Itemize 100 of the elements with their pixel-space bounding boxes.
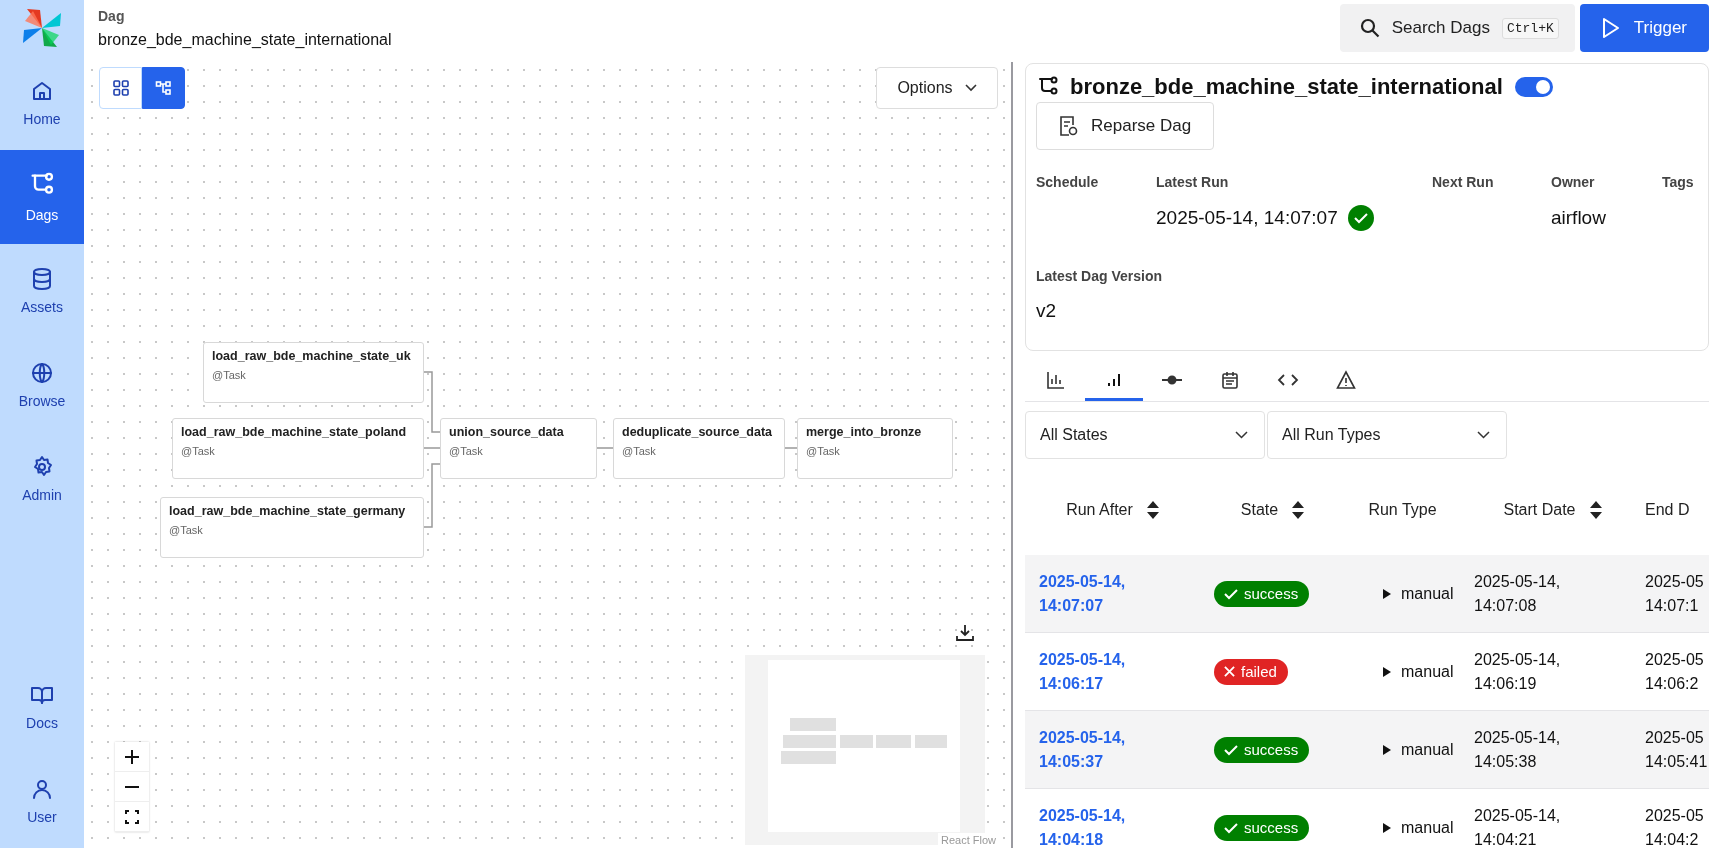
graph-icon [154,79,173,97]
run-type: manual [1401,739,1454,760]
dag-heading: bronze_bde_machine_state_international [1070,74,1503,100]
column-header[interactable]: Run After [1066,501,1159,519]
column-header[interactable]: Start Date [1503,501,1602,519]
play-icon [1383,666,1391,677]
sidebar-item[interactable]: User [0,754,84,848]
task-type-label: @Task [806,445,841,457]
sidebar-item[interactable]: Docs [0,660,84,754]
status-label: success [1244,739,1299,760]
chevron-down-icon [1235,431,1248,439]
task-node[interactable]: merge_into_bronze @Task [797,418,953,479]
close-icon [1224,666,1235,677]
file-refresh-icon [1059,115,1079,137]
task-type-label: @Task [622,445,657,457]
options-dropdown[interactable]: Options [876,67,998,109]
page-label: Dag [98,8,126,24]
enable-toggle[interactable] [1514,77,1553,97]
run-link[interactable]: 2025-05-14, 14:04:18 [1039,803,1159,848]
sidebar-item[interactable]: Assets [0,244,84,338]
run-link[interactable]: 2025-05-14, 14:06:17 [1039,647,1159,696]
zoom-in-button[interactable] [115,742,149,772]
date-cell-text: 2025-05 14:05:41 [1645,727,1709,772]
task-type-label: @Task [181,445,216,457]
play-icon [1601,17,1620,39]
column-header[interactable]: Run Type [1368,501,1437,519]
play-icon [1383,588,1391,599]
edge-line [784,447,798,449]
minus-icon [125,785,139,788]
field-value: v2 [1036,300,1058,322]
calendar-icon [1220,369,1240,390]
bar-chart-icon [1046,369,1066,390]
sidebar-item[interactable]: Dags [0,150,84,244]
date-cell-text: 2025-05-14, 14:05:38 [1474,727,1562,772]
edge-line [423,371,441,433]
plus-icon [124,748,140,765]
edge-line [423,447,441,449]
task-type-label: @Task [449,445,484,457]
task-node[interactable]: union_source_data @Task [440,418,597,479]
grid-icon [111,79,130,97]
date-cell-text: 2025-05 14:07:1 [1645,571,1705,616]
task-node[interactable]: load_raw_bde_machine_state_germany @Task [160,497,424,558]
task-name: merge_into_bronze [806,425,923,439]
filter-dropdown[interactable]: All States [1025,411,1265,459]
field-value: airflow [1551,207,1606,229]
field-label: Latest Dag Version [1036,268,1164,284]
date-cell-text: 2025-05-14, 14:04:21 [1474,805,1562,848]
sidebar-item[interactable]: Browse [0,338,84,432]
pinwheel-logo[interactable] [21,7,63,49]
task-node[interactable]: load_raw_bde_machine_state_poland @Task [172,418,424,479]
status-label: failed [1241,661,1277,682]
field-value: 2025-05-14, 14:07:07 [1156,207,1338,229]
sidebar-item[interactable]: Admin [0,432,84,526]
search-icon [1359,18,1380,38]
filter-dropdown[interactable]: All Run Types [1267,411,1507,459]
fit-view-icon [125,809,139,824]
status-label: success [1244,817,1299,838]
run-type: manual [1401,583,1454,604]
column-header[interactable]: State [1240,501,1305,519]
check-icon [1224,587,1238,600]
warning-icon [1336,369,1356,390]
check-icon [1224,821,1238,834]
task-node[interactable]: deduplicate_source_data @Task [613,418,785,479]
database-icon [30,267,54,291]
task-type-label: @Task [212,369,247,381]
task-name: load_raw_bde_machine_state_uk [212,349,412,363]
shortcut-hint: Ctrl+K [1501,17,1559,39]
dag-title: bronze_bde_machine_state_international [98,31,392,49]
run-type: manual [1401,661,1454,682]
sidebar-item[interactable]: Home [0,56,84,150]
zoom-out-button[interactable] [115,772,149,802]
column-header[interactable]: End D [1645,501,1690,519]
task-name: union_source_data [449,425,565,439]
home-icon [30,79,54,103]
edge-line [423,463,441,528]
run-type: manual [1401,817,1454,838]
sort-icon [1146,501,1159,519]
grid-view-button[interactable] [99,67,142,109]
field-label: Schedule [1036,174,1100,190]
status-label: success [1244,583,1299,604]
user-icon [30,777,54,801]
edge-line [596,447,614,449]
download-icon [956,624,974,642]
sort-icon [1589,501,1602,519]
trigger-button[interactable]: Trigger [1579,4,1709,52]
chevron-down-icon [964,84,977,92]
sort-icon [1292,501,1305,519]
task-node[interactable]: load_raw_bde_machine_state_uk @Task [203,342,424,403]
search-button[interactable]: Search Dags Ctrl+K [1339,4,1575,52]
reparse-button[interactable]: Reparse Dag [1036,102,1215,150]
field-label: Next Run [1432,174,1495,190]
task-name: deduplicate_source_data [622,425,774,439]
fit-view-button[interactable] [115,802,149,832]
graph-view-button[interactable] [142,67,185,109]
play-icon [1383,744,1391,755]
date-cell-text: 2025-05-14, 14:07:08 [1474,571,1562,616]
task-name: load_raw_bde_machine_state_poland [181,425,408,439]
chevron-down-icon [1477,431,1490,439]
check-icon [1224,743,1238,756]
field-label: Tags [1662,174,1695,190]
